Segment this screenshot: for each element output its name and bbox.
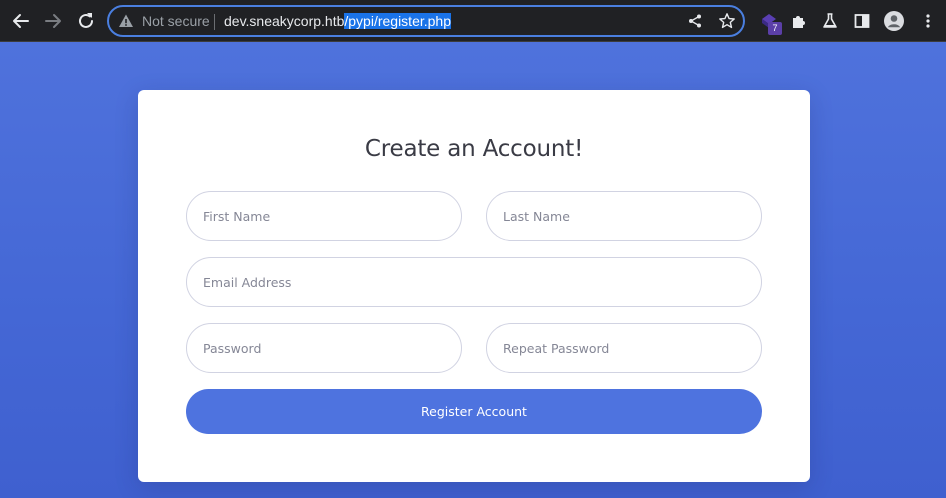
url-text[interactable]: dev.sneakycorp.htb/pypi/register.php [224, 12, 451, 30]
menu-icon[interactable] [918, 11, 938, 31]
address-bar[interactable]: Not secure dev.sneakycorp.htb/pypi/regis… [107, 5, 745, 37]
puzzle-icon[interactable] [789, 11, 809, 31]
labs-flask-icon[interactable] [820, 11, 840, 31]
share-icon[interactable] [687, 13, 703, 29]
email-field[interactable] [186, 257, 762, 307]
url-path-selected: /pypi/register.php [344, 13, 451, 29]
extension-badge: 7 [768, 22, 782, 35]
forward-icon[interactable] [41, 9, 65, 33]
browser-toolbar: Not secure dev.sneakycorp.htb/pypi/regis… [0, 0, 946, 42]
reload-icon[interactable] [74, 9, 98, 33]
first-name-field[interactable] [186, 191, 462, 241]
password-field[interactable] [186, 323, 462, 373]
register-account-button[interactable]: Register Account [186, 389, 762, 434]
side-panel-icon[interactable] [852, 11, 872, 31]
last-name-field[interactable] [486, 191, 762, 241]
url-host: dev.sneakycorp.htb [224, 13, 345, 29]
star-icon[interactable] [718, 12, 736, 30]
page-background: Create an Account! Register Account [0, 42, 946, 498]
not-secure-label[interactable]: Not secure [142, 12, 210, 30]
warning-icon[interactable] [118, 13, 134, 29]
page-title: Create an Account! [364, 136, 584, 162]
back-icon[interactable] [9, 9, 33, 33]
omnibox-divider [214, 14, 215, 30]
repeat-password-field[interactable] [486, 323, 762, 373]
profile-icon[interactable] [884, 11, 904, 31]
register-card: Create an Account! Register Account [138, 90, 810, 482]
